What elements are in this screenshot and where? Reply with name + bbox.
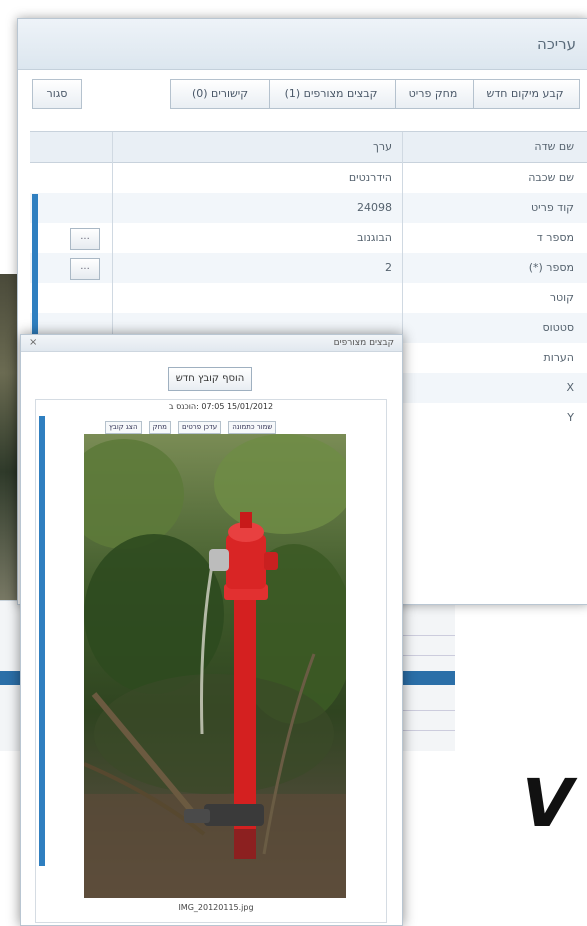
header-field-name: שם שדה [534,140,574,153]
attachment-panel: 15/01/2012 07:05 :הוכנס ב הצג קובץ מחק ע… [35,399,387,923]
background-row [400,716,455,731]
row-value[interactable]: 24098 [212,193,392,223]
file-link[interactable]: מחק [148,421,171,434]
attached-files-button[interactable]: קבצים מצורפים (1) [266,79,396,109]
add-file-button[interactable]: הוסף קובץ חדש [168,367,252,391]
row-field-name: מספר ד [536,231,574,244]
attachments-title-text: קבצים מצורפים [333,338,394,348]
row-lookup-button[interactable]: ... [70,228,100,250]
row-value[interactable]: הבוגנוב [212,223,392,253]
row-value[interactable] [212,283,392,313]
delete-item-button[interactable]: מחק פריט [392,79,474,109]
grid-row[interactable]: מספר ד הבוגנוב ... [30,223,587,253]
row-value[interactable]: הידרנטים [212,163,392,193]
attachment-scroll-indicator[interactable] [39,416,45,866]
background-row [400,641,455,656]
row-field-name: הערות [543,351,574,364]
edit-toolbar: קבע מיקום חדש מחק פריט קבצים מצורפים (1)… [28,79,587,111]
row-field-name: מספר (*) [528,261,574,274]
file-link[interactable]: שמור כתמונה [228,421,277,434]
file-link[interactable]: הצג קובץ [105,421,142,434]
background-row [400,696,455,711]
file-actions: הצג קובץ מחק עדכן פרטים שמור כתמונה [104,414,277,434]
attachments-window: קבצים מצורפים × הוסף קובץ חדש 15/01/2012… [20,334,403,926]
file-link[interactable]: עדכן פרטים [178,421,222,434]
grid-row[interactable]: שם שכבה הידרנטים [30,163,587,193]
row-field-name: X [566,381,574,394]
row-field-name: סטטוס [542,321,574,334]
row-field-name: שם שכבה [528,171,574,184]
new-location-button[interactable]: קבע מיקום חדש [470,79,580,109]
hydrant-pipe [234,594,256,834]
row-field-name: Y [567,411,574,424]
background-row [400,621,455,636]
close-icon[interactable]: × [29,335,37,351]
row-lookup-button[interactable]: ... [70,258,100,280]
grid-row[interactable]: קוטר [30,283,587,313]
file-name: IMG_20120115.jpg [178,903,254,912]
hydrant-photo-drawing [84,434,346,898]
background-shape: V [513,765,581,842]
file-metadata: 15/01/2012 07:05 :הוכנס ב [168,402,274,411]
row-field-name: קוד פריט [531,201,574,214]
links-button[interactable]: קישורים (0) [170,79,270,109]
hydrant-photo[interactable] [84,434,346,898]
edit-window-title: עריכה [18,19,587,70]
selection-indicator [32,194,38,344]
close-button[interactable]: סגור [32,79,82,109]
row-value[interactable]: 2 [212,253,392,283]
grid-row[interactable]: קוד פריט 24098 [30,193,587,223]
header-value: ערך [372,140,392,153]
grid-row[interactable]: מספר (*) 2 ... [30,253,587,283]
attachments-window-title: קבצים מצורפים × [21,335,402,352]
grid-header: שם שדה ערך [30,132,587,163]
row-field-name: קוטר [549,291,574,304]
